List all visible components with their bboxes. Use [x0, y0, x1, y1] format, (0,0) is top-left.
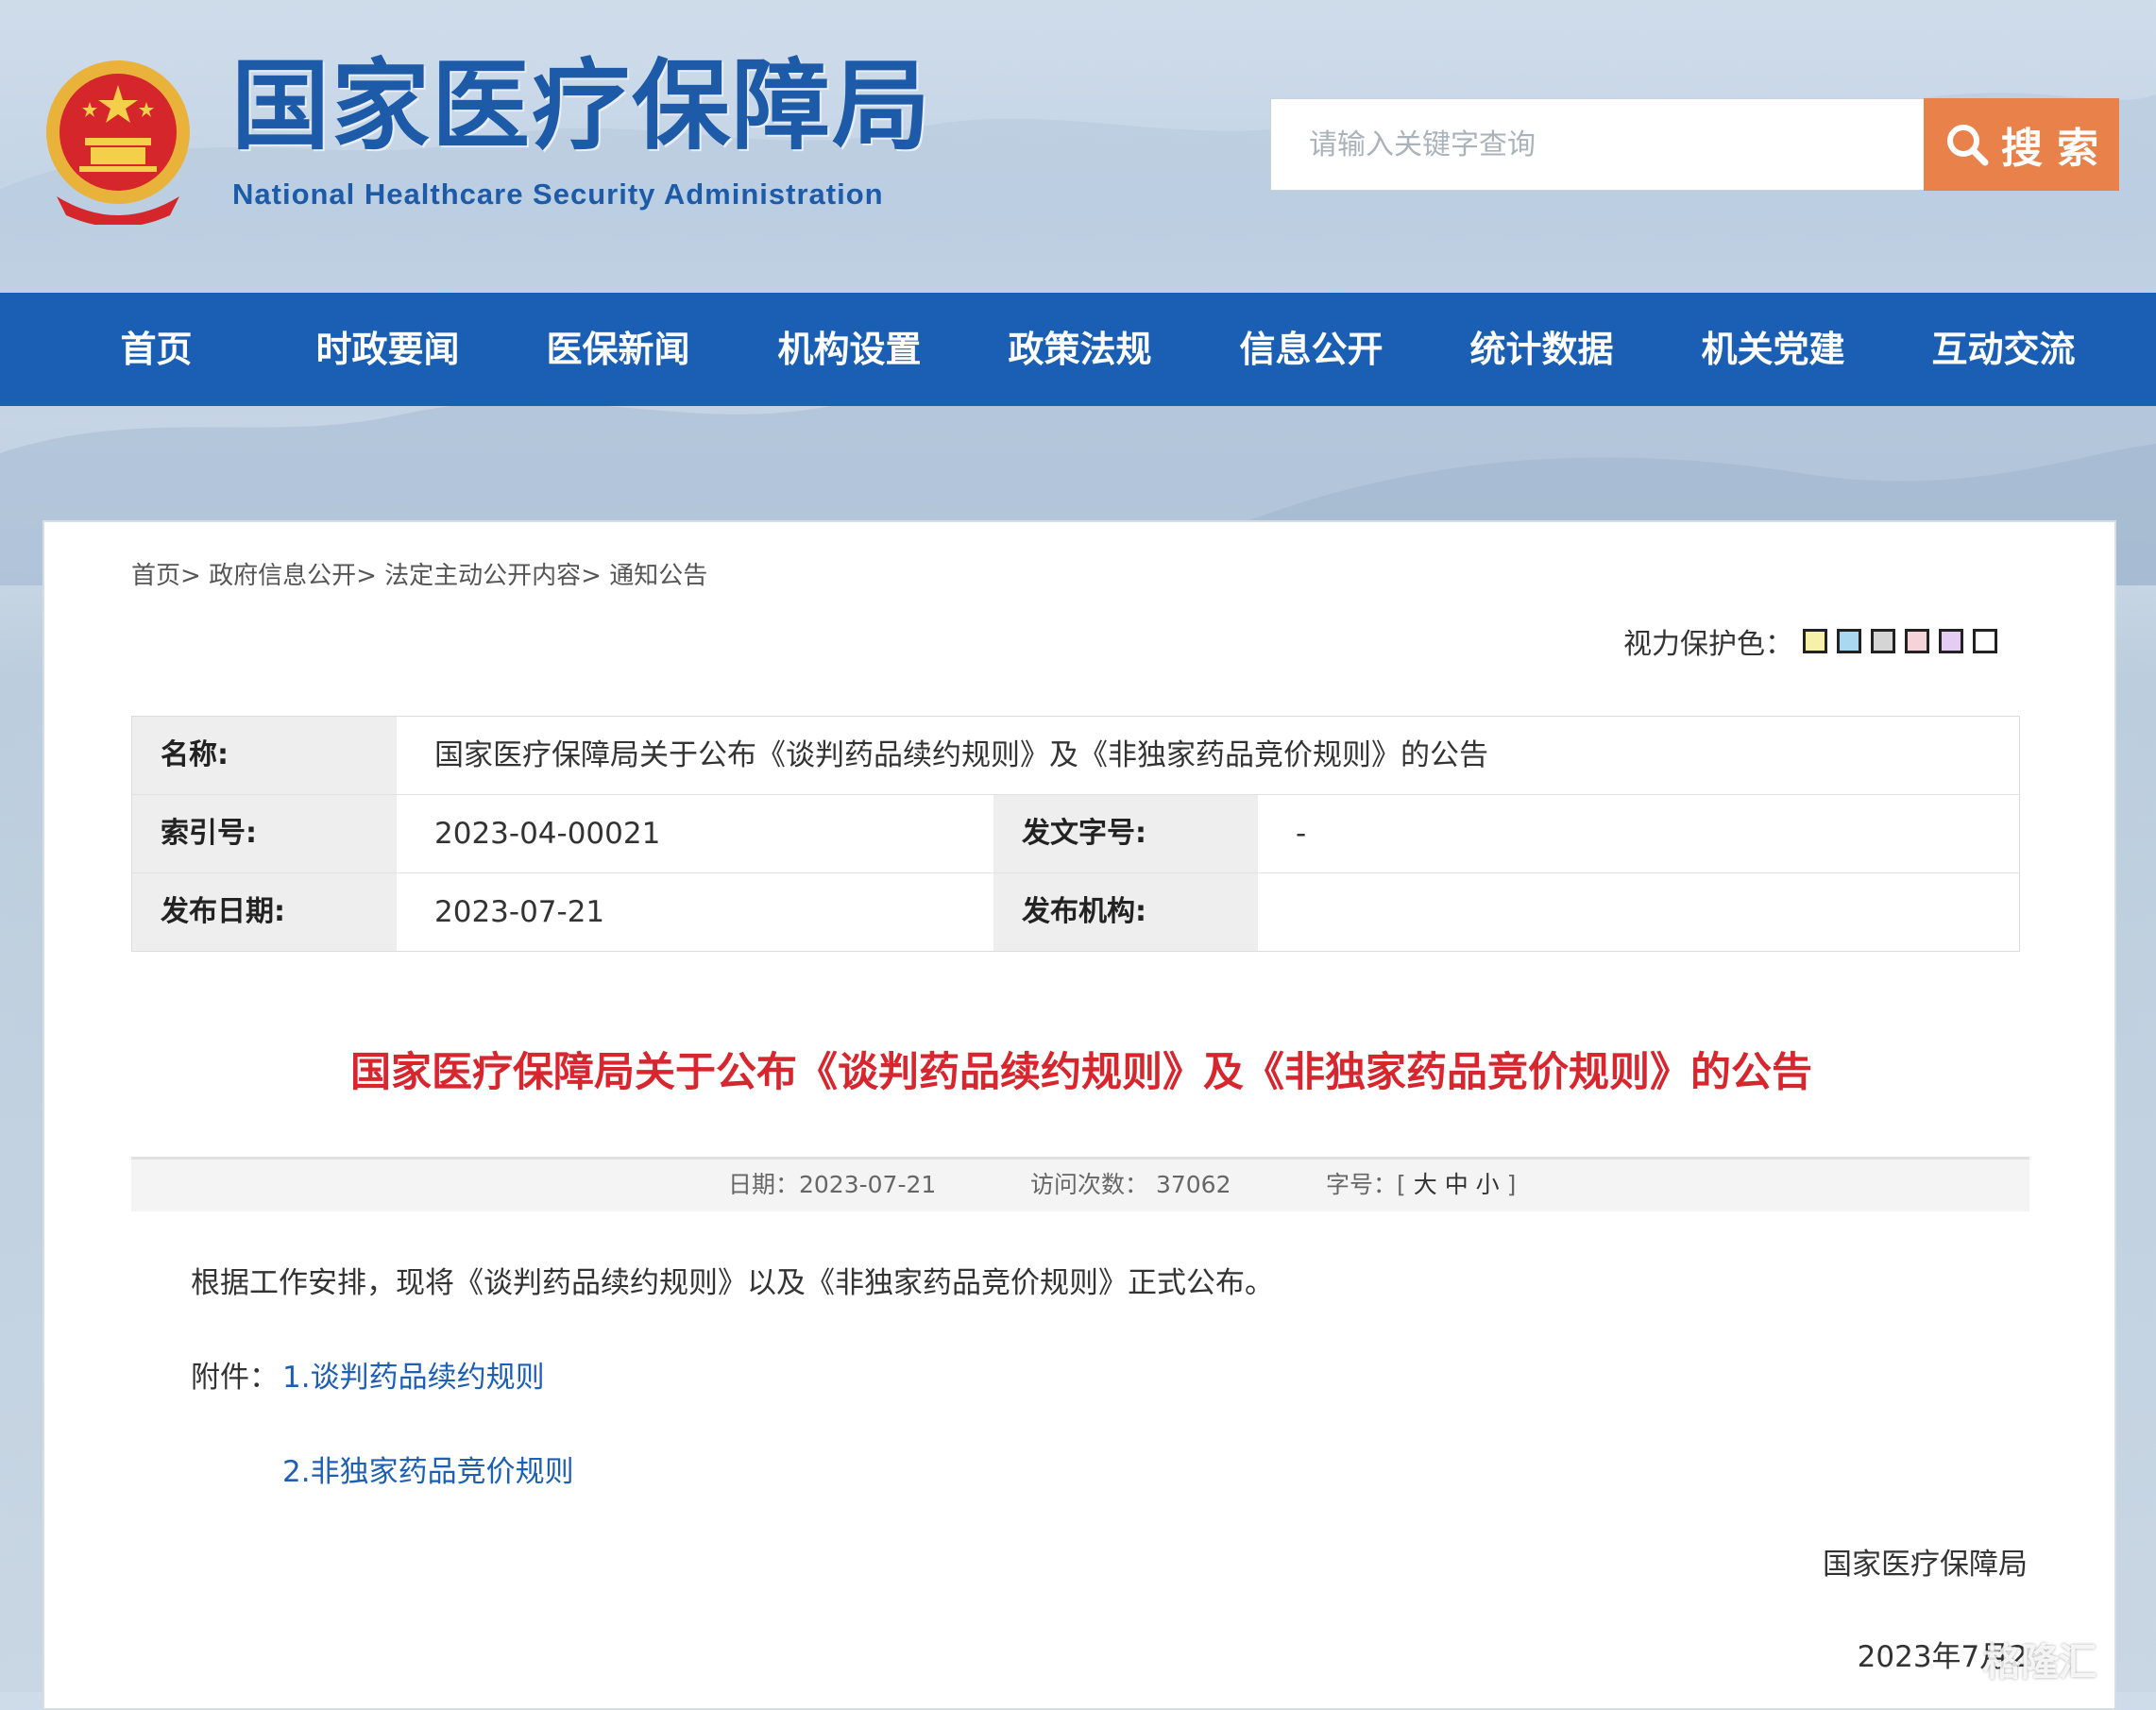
- meta-label: 索引号:: [132, 795, 397, 872]
- meta-label: 发布日期:: [132, 873, 397, 951]
- nav-item-info-disclosure[interactable]: 信息公开: [1196, 293, 1427, 406]
- search-button-label: 搜 索: [2000, 125, 2099, 173]
- search-box: [1270, 98, 1925, 191]
- nav-item-party-building[interactable]: 机关党建: [1657, 293, 1889, 406]
- swatch-purple[interactable]: [1939, 629, 1963, 653]
- document-meta-table: 名称: 国家医疗保障局关于公布《谈判药品续约规则》及《非独家药品竞价规则》的公告…: [131, 716, 2020, 952]
- meta-row-date: 发布日期: 2023-07-21 发布机构:: [132, 873, 2019, 952]
- nav-item-home[interactable]: 首页: [41, 293, 272, 406]
- nav-item-organization[interactable]: 机构设置: [734, 293, 965, 406]
- font-medium-button[interactable]: 中: [1445, 1171, 1468, 1198]
- article-body: 根据工作安排，现将《谈判药品续约规则》以及《非独家药品竞价规则》正式公布。: [191, 1266, 1274, 1300]
- breadcrumb-gov-info[interactable]: 政府信息公开>: [209, 562, 377, 590]
- main-nav: 首页 时政要闻 医保新闻 机构设置 政策法规 信息公开 统计数据 机关党建 互动…: [0, 293, 2156, 406]
- meta-label: 名称:: [132, 717, 397, 794]
- breadcrumb-mandatory-disclosure[interactable]: 法定主动公开内容>: [384, 562, 602, 590]
- swatch-gray[interactable]: [1871, 629, 1895, 653]
- swatch-blue[interactable]: [1837, 629, 1861, 653]
- breadcrumb: 首页> 政府信息公开> 法定主动公开内容> 通知公告: [131, 556, 707, 591]
- national-emblem-icon: [46, 60, 190, 225]
- meta-value: 2023-07-21: [397, 873, 993, 951]
- site-title[interactable]: 国家医疗保障局: [231, 57, 932, 155]
- attachment-link-2[interactable]: 2.非独家药品竞价规则: [282, 1448, 574, 1490]
- search-input[interactable]: [1271, 99, 1923, 190]
- nav-item-policies[interactable]: 政策法规: [964, 293, 1196, 406]
- font-size-control: 字号：[ 大 中 小 ]: [1326, 1160, 1516, 1211]
- font-large-button[interactable]: 大: [1414, 1171, 1437, 1198]
- meta-value: 国家医疗保障局关于公布《谈判药品续约规则》及《非独家药品竞价规则》的公告: [397, 717, 2017, 794]
- font-small-button[interactable]: 小: [1476, 1171, 1500, 1198]
- font-size-end: ]: [1506, 1171, 1517, 1198]
- vision-protect-colors: 视力保护色：: [1623, 620, 1997, 662]
- nav-item-interaction[interactable]: 互动交流: [1888, 293, 2119, 406]
- breadcrumb-notices[interactable]: 通知公告: [609, 562, 707, 590]
- swatch-white[interactable]: [1973, 629, 1997, 653]
- nav-item-statistics[interactable]: 统计数据: [1426, 293, 1657, 406]
- breadcrumb-home[interactable]: 首页>: [131, 562, 201, 590]
- meta-row-name: 名称: 国家医疗保障局关于公布《谈判药品续约规则》及《非独家药品竞价规则》的公告: [132, 717, 2019, 795]
- font-size-label: 字号：[: [1326, 1171, 1406, 1198]
- signer: 国家医疗保障局: [1823, 1548, 2028, 1582]
- meta-value: -: [1258, 795, 2017, 872]
- meta-row-index: 索引号: 2023-04-00021 发文字号: -: [132, 795, 2019, 873]
- meta-value: [1258, 873, 2017, 951]
- nav-item-healthcare-news[interactable]: 医保新闻: [502, 293, 734, 406]
- swatch-pink[interactable]: [1905, 629, 1929, 653]
- meta-value: 2023-04-00021: [397, 795, 993, 872]
- search-icon: [1946, 125, 1989, 166]
- content-panel: 首页> 政府信息公开> 法定主动公开内容> 通知公告 视力保护色： 名称: 国家…: [42, 520, 2116, 1710]
- article-date: 日期：2023-07-21: [728, 1171, 937, 1198]
- meta-label: 发布机构:: [993, 873, 1258, 951]
- visit-count: 访问次数： 37062: [1030, 1171, 1231, 1198]
- attachments-label: 附件：: [191, 1361, 279, 1395]
- swatch-yellow[interactable]: [1803, 629, 1827, 653]
- attachment-link-1[interactable]: 1.谈判药品续约规则: [282, 1353, 545, 1396]
- nav-item-current-affairs[interactable]: 时政要闻: [272, 293, 503, 406]
- article-title: 国家医疗保障局关于公布《谈判药品续约规则》及《非独家药品竞价规则》的公告: [350, 1049, 1812, 1096]
- watermark-logo: 格隆汇: [1983, 1641, 2097, 1685]
- article-info-bar: 日期：2023-07-21 访问次数： 37062 字号：[ 大 中 小 ]: [131, 1157, 2029, 1211]
- search-button[interactable]: 搜 索: [1924, 98, 2119, 191]
- vision-protect-label: 视力保护色：: [1623, 628, 1793, 661]
- site-subtitle: National Healthcare Security Administrat…: [232, 178, 884, 211]
- meta-label: 发文字号:: [993, 795, 1258, 872]
